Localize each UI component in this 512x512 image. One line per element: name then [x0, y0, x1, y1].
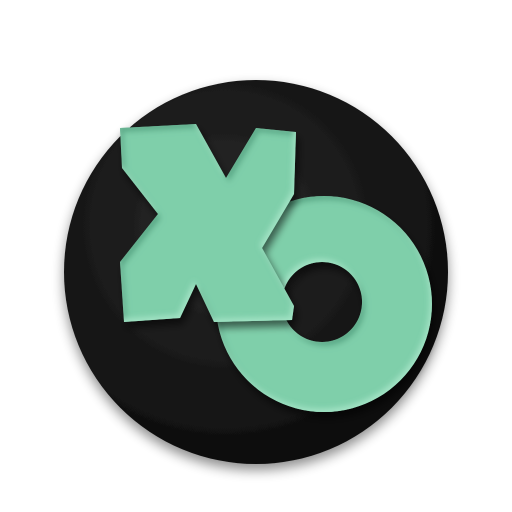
app-icon-canvas [0, 0, 512, 512]
xo-logo-icon [64, 80, 448, 464]
